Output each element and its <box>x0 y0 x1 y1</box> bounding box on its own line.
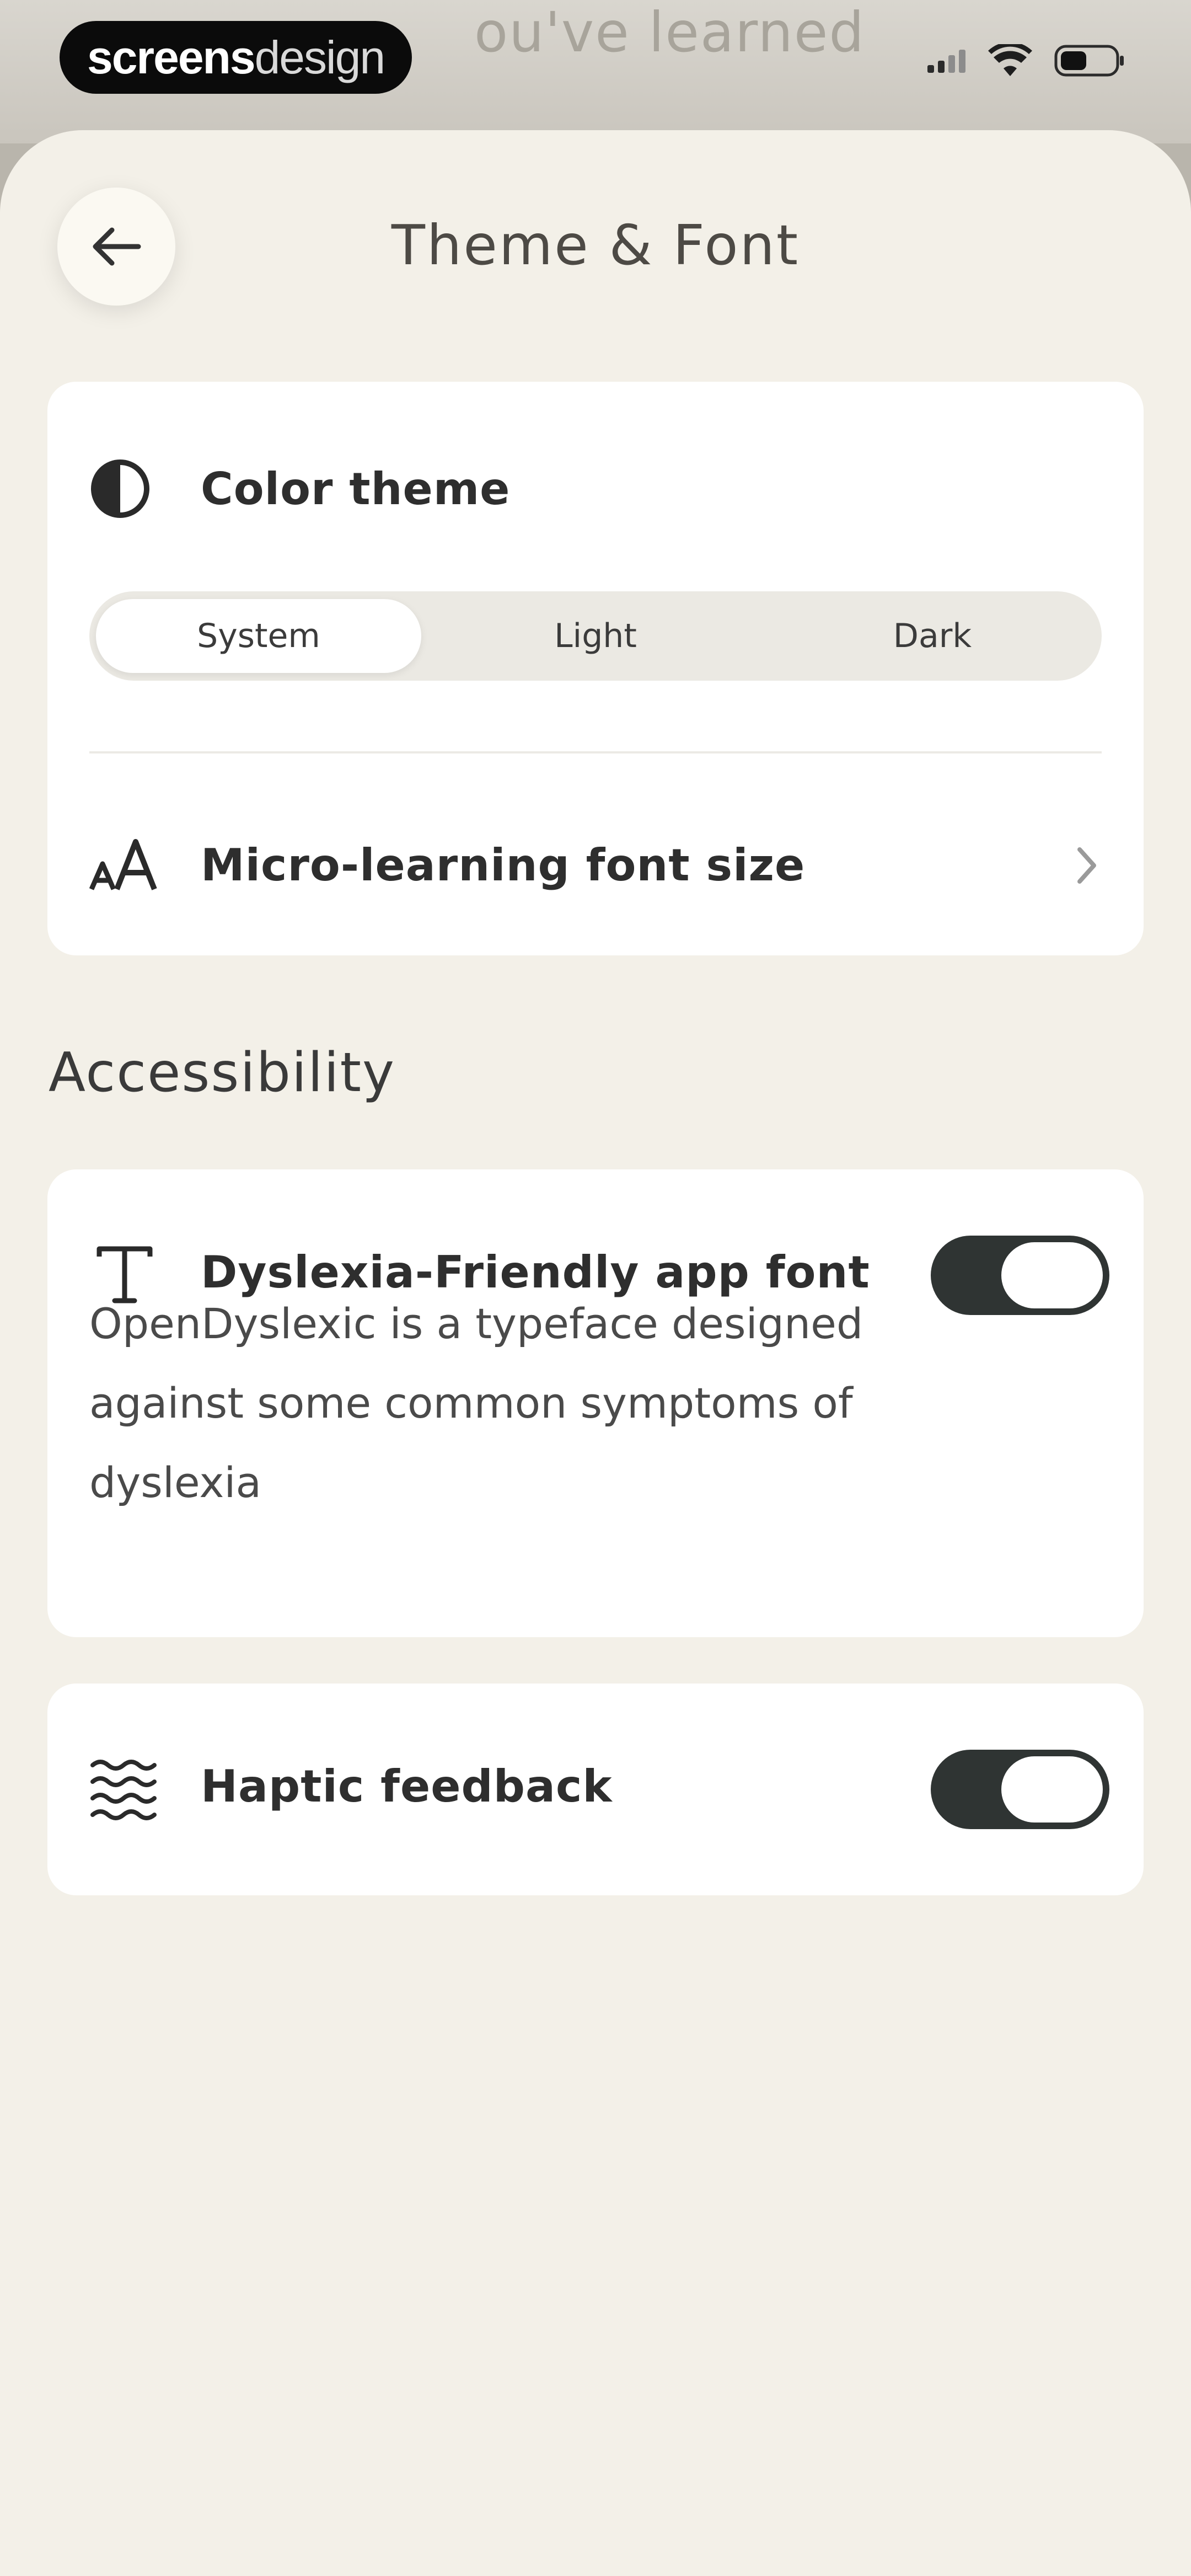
font-size-icon <box>89 839 157 890</box>
dyslexia-font-description: OpenDyslexic is a typeface designed agai… <box>89 1299 863 1507</box>
accessibility-heading: Accessibility <box>49 1041 396 1104</box>
dyslexia-font-card: Dyslexia-Friendly app font OpenDyslexic … <box>47 1169 1144 1637</box>
watermark-light-text: design <box>254 31 386 83</box>
chevron-right-icon <box>1077 847 1096 884</box>
color-theme-label: Color theme <box>201 463 511 515</box>
segment-light[interactable]: Light <box>433 599 758 673</box>
haptic-feedback-card: Haptic feedback <box>47 1684 1144 1895</box>
segment-dark[interactable]: Dark <box>770 599 1095 673</box>
haptic-feedback-toggle[interactable] <box>931 1750 1109 1829</box>
screensdesign-watermark: screens design <box>60 21 412 94</box>
settings-sheet: Theme & Font Color theme System Light Da… <box>0 130 1191 2576</box>
toggle-knob <box>1001 1756 1103 1823</box>
navigation-bar: Theme & Font <box>0 130 1191 373</box>
cellular-signal-icon <box>927 50 965 73</box>
waves-icon <box>90 1760 157 1820</box>
font-size-row[interactable]: Micro-learning font size <box>47 768 1144 933</box>
background-peek-text: ou've learned <box>474 0 865 65</box>
color-theme-segmented-control: System Light Dark <box>89 591 1102 681</box>
contrast-icon <box>91 459 149 518</box>
theme-settings-card: Color theme System Light Dark Micro-lear… <box>47 382 1144 955</box>
font-size-label: Micro-learning font size <box>201 840 806 891</box>
card-divider <box>89 751 1102 753</box>
segment-system[interactable]: System <box>96 599 421 673</box>
battery-icon <box>1054 45 1124 77</box>
wifi-icon <box>988 44 1032 76</box>
watermark-bold-text: screens <box>87 31 256 83</box>
haptic-feedback-label: Haptic feedback <box>201 1761 613 1812</box>
page-title: Theme & Font <box>391 213 800 277</box>
status-bar-icons <box>927 44 1125 77</box>
